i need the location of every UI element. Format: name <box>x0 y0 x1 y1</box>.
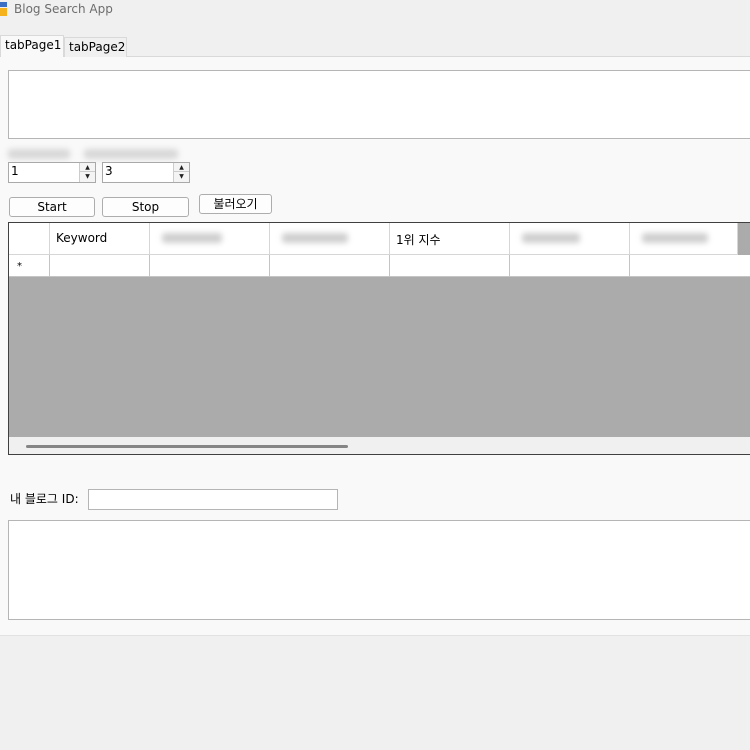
blurred-label <box>8 149 70 159</box>
app-window: Blog Search App tabPage1 tabPage2 1 ▲ ▼ … <box>0 0 750 750</box>
tab-page2[interactable]: tabPage2 <box>64 37 127 57</box>
end-number-stepper[interactable]: 3 ▲ ▼ <box>102 162 190 183</box>
load-button[interactable]: 불러오기 <box>199 194 272 214</box>
title-bar: Blog Search App <box>0 0 750 23</box>
end-number-value: 3 <box>105 164 113 178</box>
app-icon <box>0 2 7 16</box>
spin-up-icon[interactable]: ▲ <box>174 163 189 172</box>
grid-cell[interactable] <box>150 255 270 277</box>
start-number-stepper[interactable]: 1 ▲ ▼ <box>8 162 96 183</box>
grid-cell[interactable] <box>270 255 390 277</box>
blog-id-label: 내 블로그 ID: <box>10 492 79 506</box>
grid-cell[interactable] <box>50 255 150 277</box>
column-header-rank1-index[interactable]: 1위 지수 <box>390 223 510 255</box>
column-header-3[interactable] <box>270 223 390 255</box>
blurred-label <box>84 149 178 159</box>
spinner[interactable]: ▲ ▼ <box>173 163 189 182</box>
column-header-2[interactable] <box>150 223 270 255</box>
spin-down-icon[interactable]: ▼ <box>80 172 95 181</box>
column-header-5[interactable] <box>510 223 630 255</box>
grid-cell[interactable] <box>630 255 750 277</box>
grid-cell[interactable] <box>510 255 630 277</box>
new-row-marker[interactable]: * <box>9 255 50 277</box>
grid-cell[interactable] <box>390 255 510 277</box>
start-number-value: 1 <box>11 164 19 178</box>
spin-up-icon[interactable]: ▲ <box>80 163 95 172</box>
column-header-keyword[interactable]: Keyword <box>50 223 150 255</box>
column-header-6[interactable] <box>630 223 738 255</box>
horizontal-scrollbar[interactable] <box>9 437 750 454</box>
output-textbox[interactable] <box>8 70 750 139</box>
spinner[interactable]: ▲ ▼ <box>79 163 95 182</box>
spin-down-icon[interactable]: ▼ <box>174 172 189 181</box>
window-title: Blog Search App <box>14 2 113 16</box>
scrollbar-thumb[interactable] <box>26 445 348 448</box>
log-textbox[interactable] <box>8 520 750 620</box>
tab-page1[interactable]: tabPage1 <box>0 35 64 57</box>
row-header-corner <box>9 223 50 255</box>
stop-button[interactable]: Stop <box>102 197 189 217</box>
results-grid[interactable]: Keyword 1위 지수 * <box>8 222 750 455</box>
start-button[interactable]: Start <box>9 197 95 217</box>
blog-id-input[interactable] <box>88 489 338 510</box>
